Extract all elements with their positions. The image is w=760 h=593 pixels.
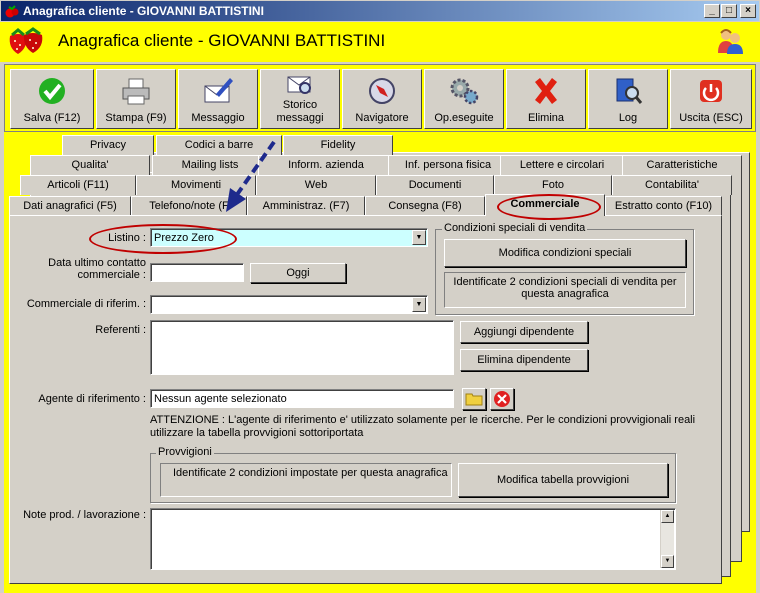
message-history-button[interactable]: Storico messaggi bbox=[260, 69, 340, 129]
delete-x-icon bbox=[535, 78, 557, 104]
log-button[interactable]: Log bbox=[588, 69, 668, 129]
chevron-down-icon[interactable]: ▼ bbox=[412, 230, 426, 245]
special-conditions-info: Identificate 2 condizioni speciali di ve… bbox=[444, 272, 686, 308]
add-employee-button[interactable]: Aggiungi dipendente bbox=[460, 321, 588, 343]
notes-label: Note prod. / lavorazione : bbox=[23, 509, 146, 521]
page-title: Anagrafica cliente - GIOVANNI BATTISTINI bbox=[58, 31, 386, 50]
app-icon bbox=[5, 5, 19, 18]
edit-special-conditions-button[interactable]: Modifica condizioni speciali bbox=[444, 239, 686, 267]
window-title: Anagrafica cliente - GIOVANNI BATTISTINI bbox=[23, 4, 264, 18]
message-label: Messaggio bbox=[191, 112, 245, 124]
delete-label: Elimina bbox=[527, 112, 565, 124]
operations-button[interactable]: Op.eseguite bbox=[424, 69, 504, 129]
save-button[interactable]: Salva (F12) bbox=[10, 69, 94, 129]
chevron-down-icon[interactable]: ▼ bbox=[412, 297, 426, 312]
agent-field[interactable]: Nessun agente selezionato bbox=[150, 389, 454, 408]
select-agent-button[interactable] bbox=[462, 388, 486, 410]
edit-commissions-button[interactable]: Modifica tabella provvigioni bbox=[458, 463, 668, 497]
maximize-button[interactable]: □ bbox=[721, 4, 737, 18]
navigator-label: Navigatore bbox=[355, 112, 409, 124]
contacts-list[interactable] bbox=[150, 320, 454, 375]
log-label: Log bbox=[618, 112, 638, 124]
listino-highlight-ellipse bbox=[89, 224, 237, 254]
message-history-label-1: Storico bbox=[282, 99, 318, 111]
special-conditions-title: Condizioni speciali di vendita bbox=[442, 222, 588, 234]
annotation-arrow-icon bbox=[226, 140, 276, 212]
title-bar: Anagrafica cliente - GIOVANNI BATTISTINI… bbox=[0, 0, 760, 22]
tab-documents[interactable]: Documenti bbox=[376, 175, 494, 195]
print-label: Stampa (F9) bbox=[105, 112, 167, 124]
scroll-down-icon[interactable]: ▼ bbox=[661, 555, 674, 568]
strawberry-icon bbox=[9, 27, 43, 54]
tab-accounting[interactable]: Contabilita' bbox=[612, 175, 732, 195]
tab-master-data[interactable]: Dati anagrafici (F5) bbox=[9, 196, 131, 216]
salesperson-select[interactable]: ▼ bbox=[150, 295, 428, 314]
tab-photos[interactable]: Foto bbox=[494, 175, 612, 195]
contacts-label: Referenti : bbox=[95, 324, 146, 336]
printer-icon bbox=[122, 78, 150, 105]
tab-quality[interactable]: Qualita' bbox=[30, 155, 150, 175]
close-button[interactable]: × bbox=[740, 4, 756, 18]
agent-warning-line2: utilizzare la tabella provvigioni sottor… bbox=[150, 427, 364, 439]
delete-button[interactable]: Elimina bbox=[506, 69, 586, 129]
tab-fidelity[interactable]: Fidelity bbox=[283, 135, 393, 155]
navigator-button[interactable]: Navigatore bbox=[342, 69, 422, 129]
commissions-info: Identificate 2 condizioni impostate per … bbox=[160, 463, 452, 497]
minimize-button[interactable]: _ bbox=[704, 4, 720, 18]
book-search-icon bbox=[616, 78, 643, 104]
tab-features[interactable]: Caratteristiche bbox=[622, 155, 742, 175]
notes-scrollbar[interactable]: ▲ ▼ bbox=[660, 510, 674, 568]
agent-warning-line1: ATTENZIONE : L'agente di riferimento e' … bbox=[150, 414, 696, 426]
message-history-label-2: messaggi bbox=[276, 112, 324, 124]
last-contact-label-2: commerciale : bbox=[77, 269, 146, 281]
exit-button[interactable]: Uscita (ESC) bbox=[670, 69, 752, 129]
tab-person-info[interactable]: Inf. persona fisica bbox=[388, 155, 508, 175]
last-contact-date-field[interactable] bbox=[150, 263, 244, 282]
cancel-icon bbox=[494, 391, 510, 407]
message-button[interactable]: Messaggio bbox=[178, 69, 258, 129]
toolbar: Salva (F12) Stampa (F9) Messaggio Storic… bbox=[4, 64, 756, 132]
save-label: Salva (F12) bbox=[23, 112, 81, 124]
commissions-title: Provvigioni bbox=[156, 446, 214, 458]
folder-icon bbox=[465, 393, 483, 406]
envelope-search-icon bbox=[287, 76, 311, 94]
clear-agent-button[interactable] bbox=[490, 388, 514, 410]
tab-account-statement[interactable]: Estratto conto (F10) bbox=[605, 196, 722, 216]
print-button[interactable]: Stampa (F9) bbox=[96, 69, 176, 129]
agent-label: Agente di riferimento : bbox=[38, 393, 146, 405]
power-icon bbox=[700, 80, 722, 102]
agent-value: Nessun agente selezionato bbox=[154, 393, 287, 405]
users-icon[interactable] bbox=[716, 27, 744, 55]
tab-articles[interactable]: Articoli (F11) bbox=[20, 175, 136, 195]
notes-textarea[interactable]: ▲ ▼ bbox=[150, 508, 676, 570]
checkmark-icon bbox=[39, 78, 65, 104]
exit-label: Uscita (ESC) bbox=[679, 112, 743, 124]
commercial-tab-highlight-ellipse bbox=[497, 194, 601, 220]
special-conditions-info-line1: Identificate 2 condizioni speciali di ve… bbox=[453, 276, 677, 288]
salesperson-label: Commerciale di riferim. : bbox=[26, 298, 146, 310]
last-contact-label-1: Data ultimo contatto bbox=[48, 257, 146, 269]
tab-letters[interactable]: Lettere e circolari bbox=[500, 155, 624, 175]
remove-employee-button[interactable]: Elimina dipendente bbox=[460, 349, 588, 371]
page-header: Anagrafica cliente - GIOVANNI BATTISTINI bbox=[0, 22, 760, 62]
scroll-up-icon[interactable]: ▲ bbox=[661, 510, 674, 523]
compass-icon bbox=[369, 78, 395, 104]
today-button[interactable]: Oggi bbox=[250, 263, 346, 283]
envelope-pen-icon bbox=[204, 78, 233, 103]
special-conditions-info-line2: questa anagrafica bbox=[521, 288, 609, 300]
gears-icon bbox=[450, 78, 479, 105]
operations-label: Op.eseguite bbox=[434, 112, 494, 124]
tab-delivery[interactable]: Consegna (F8) bbox=[365, 196, 485, 216]
tab-privacy[interactable]: Privacy bbox=[62, 135, 154, 155]
